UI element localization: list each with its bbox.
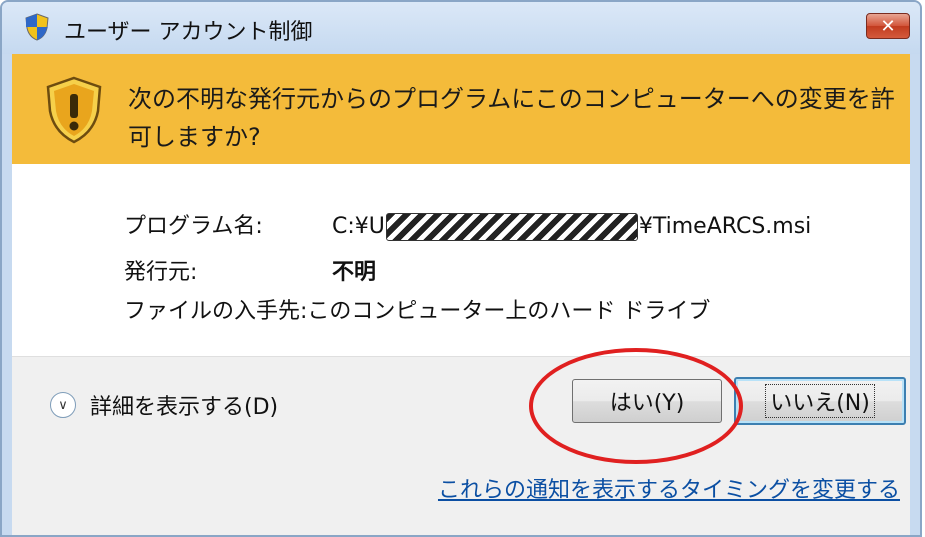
shield-icon	[25, 13, 49, 41]
show-details-toggle[interactable]: ∨ 詳細を表示する(D)	[50, 389, 278, 421]
source-value: このコンピューター上のハード ドライブ	[307, 299, 711, 324]
program-row: プログラム名: C:¥U ¥TimeARCS.msi	[124, 208, 811, 241]
banner-message: 次の不明な発行元からのプログラムにこのコンピューターへの変更を許可しますか?	[128, 85, 895, 151]
uac-dialog: ユーザー アカウント制御 ✕ 次の不明な発行元からのプログラムにこのコンピュータ…	[0, 0, 922, 537]
show-details-label[interactable]: 詳細を表示する(D)	[90, 389, 278, 421]
dialog-footer: ∨ 詳細を表示する(D) はい(Y) いいえ(N) これらの通知を表示するタイミ…	[12, 357, 910, 535]
chevron-down-icon[interactable]: ∨	[50, 392, 76, 418]
redacted-path-segment	[385, 213, 638, 241]
publisher-row: 発行元: 不明	[124, 254, 376, 286]
program-label: プログラム名:	[124, 214, 263, 239]
title-bar: ユーザー アカウント制御 ✕	[2, 2, 920, 54]
no-button[interactable]: いいえ(N)	[734, 377, 906, 425]
source-label: ファイルの入手先:	[124, 299, 308, 324]
publisher-label: 発行元:	[124, 260, 198, 285]
details-panel: プログラム名: C:¥U ¥TimeARCS.msi 発行元: 不明 ファイルの入手先…	[12, 164, 910, 356]
program-path-suffix: ¥TimeARCS.msi	[638, 214, 812, 239]
warning-shield-icon	[46, 76, 102, 144]
publisher-value: 不明	[332, 260, 377, 285]
close-button[interactable]: ✕	[866, 13, 910, 39]
source-row: ファイルの入手先:このコンピューター上のハード ドライブ	[124, 293, 710, 325]
yes-button[interactable]: はい(Y)	[572, 379, 722, 423]
program-path-prefix: C:¥U	[332, 214, 385, 239]
warning-banner: 次の不明な発行元からのプログラムにこのコンピューターへの変更を許可しますか?	[12, 54, 910, 164]
no-button-label[interactable]: いいえ(N)	[765, 384, 875, 418]
window-title: ユーザー アカウント制御	[64, 20, 313, 45]
notification-timing-link[interactable]: これらの通知を表示するタイミングを変更する	[438, 472, 900, 504]
